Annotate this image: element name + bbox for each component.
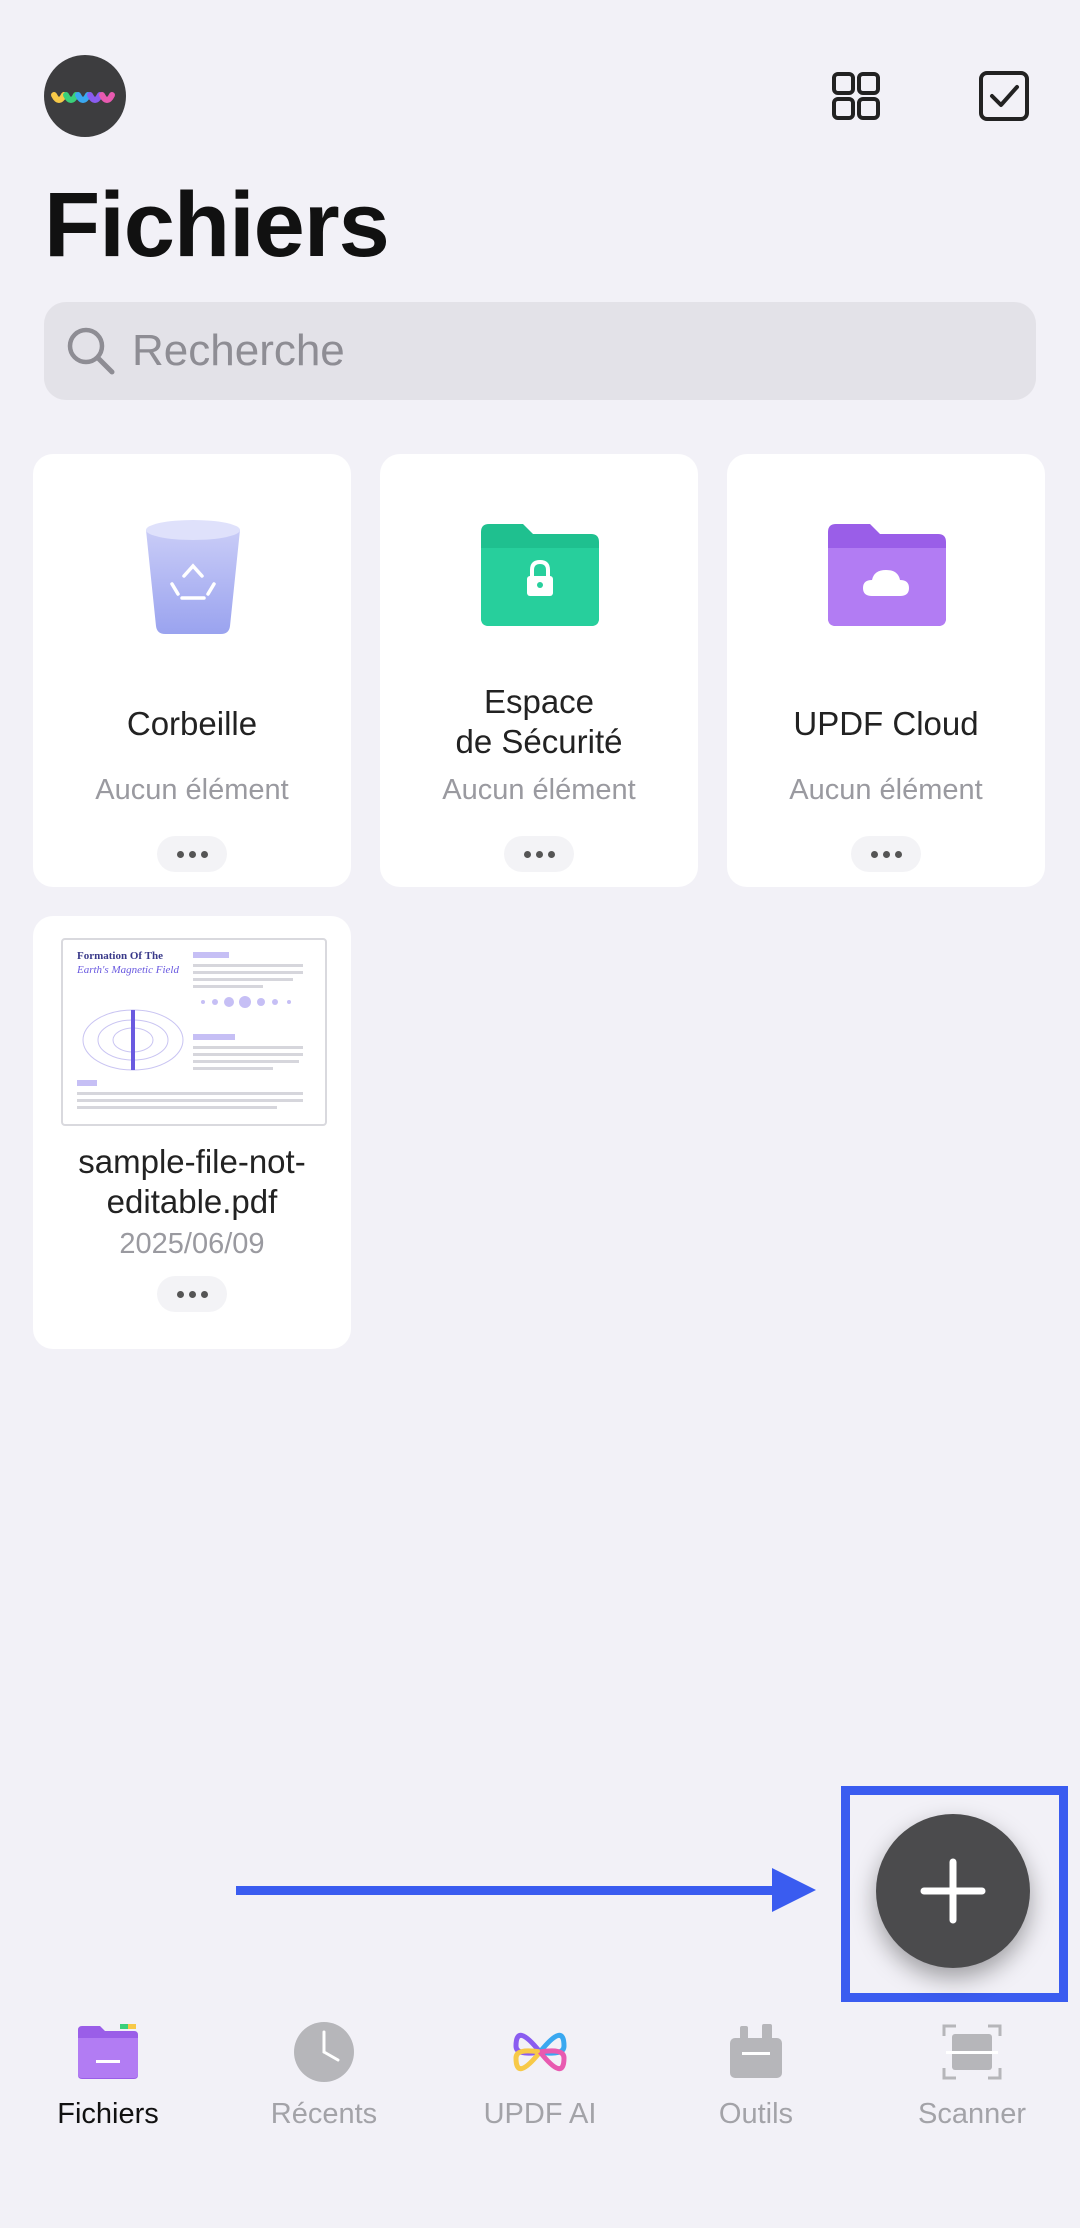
- more-options-button[interactable]: [157, 1276, 227, 1312]
- tab-outils[interactable]: Outils: [648, 2010, 864, 2170]
- tab-label: Récents: [270, 2098, 378, 2130]
- toolbox-icon: [730, 2024, 782, 2078]
- checkbox-icon: [979, 71, 1029, 121]
- file-name-line1: sample-file-not-: [78, 1143, 306, 1180]
- grid-view-button[interactable]: [826, 66, 886, 126]
- scanner-icon: [942, 2024, 1002, 2080]
- tab-label: Outils: [718, 2098, 794, 2130]
- search-input[interactable]: Recherche: [44, 302, 1036, 400]
- annotation-arrow-icon: [236, 1868, 816, 1912]
- folder-title: Corbeille: [126, 705, 258, 742]
- folder-card-cloud[interactable]: UPDF Cloud Aucun élément: [727, 454, 1045, 887]
- folder-card-trash[interactable]: Corbeille Aucun élément: [33, 454, 351, 887]
- folder-card-secure[interactable]: Espace de Sécurité Aucun élément: [380, 454, 698, 887]
- folder-icon: [78, 2024, 138, 2079]
- folder-subtitle: Aucun élément: [442, 774, 636, 806]
- file-card-pdf[interactable]: Formation Of The Earth's Magnetic Field: [33, 916, 351, 1349]
- search-icon: [67, 327, 115, 375]
- ai-icon: [513, 2033, 567, 2071]
- folder-title-line1: Espace: [483, 683, 595, 720]
- tab-fichiers[interactable]: Fichiers: [0, 2010, 216, 2170]
- pdf-thumbnail: Formation Of The Earth's Magnetic Field: [61, 938, 327, 1126]
- locked-folder-icon: [481, 524, 599, 626]
- trash-icon: [146, 520, 240, 634]
- page-title: Fichiers: [44, 174, 390, 276]
- clock-icon: [294, 2022, 354, 2082]
- select-button[interactable]: [974, 66, 1034, 126]
- folder-subtitle: Aucun élément: [95, 774, 289, 806]
- more-options-button[interactable]: [157, 836, 227, 872]
- cloud-folder-icon: [828, 524, 946, 626]
- more-options-button[interactable]: [851, 836, 921, 872]
- tab-label: Scanner: [917, 2098, 1026, 2130]
- folder-title-line2: de Sécurité: [455, 723, 623, 760]
- updf-logo-icon: [51, 92, 115, 103]
- add-button[interactable]: [876, 1814, 1030, 1968]
- file-date: 2025/06/09: [119, 1228, 265, 1260]
- file-name-line2: editable.pdf: [106, 1183, 278, 1220]
- tab-scanner[interactable]: Scanner: [864, 2010, 1080, 2170]
- more-options-button[interactable]: [504, 836, 574, 872]
- pdf-preview-graphic: [77, 952, 303, 1109]
- tab-updf-ai[interactable]: UPDF AI: [432, 2010, 648, 2170]
- plus-icon: [920, 1858, 986, 1924]
- folder-title: UPDF Cloud: [793, 705, 979, 742]
- profile-avatar[interactable]: [44, 55, 126, 137]
- search-placeholder: Recherche: [132, 326, 345, 375]
- grid-icon: [832, 72, 880, 120]
- folder-subtitle: Aucun élément: [789, 774, 983, 806]
- tab-label: UPDF AI: [483, 2098, 597, 2130]
- tab-label: Fichiers: [57, 2098, 159, 2130]
- tab-recents[interactable]: Récents: [216, 2010, 432, 2170]
